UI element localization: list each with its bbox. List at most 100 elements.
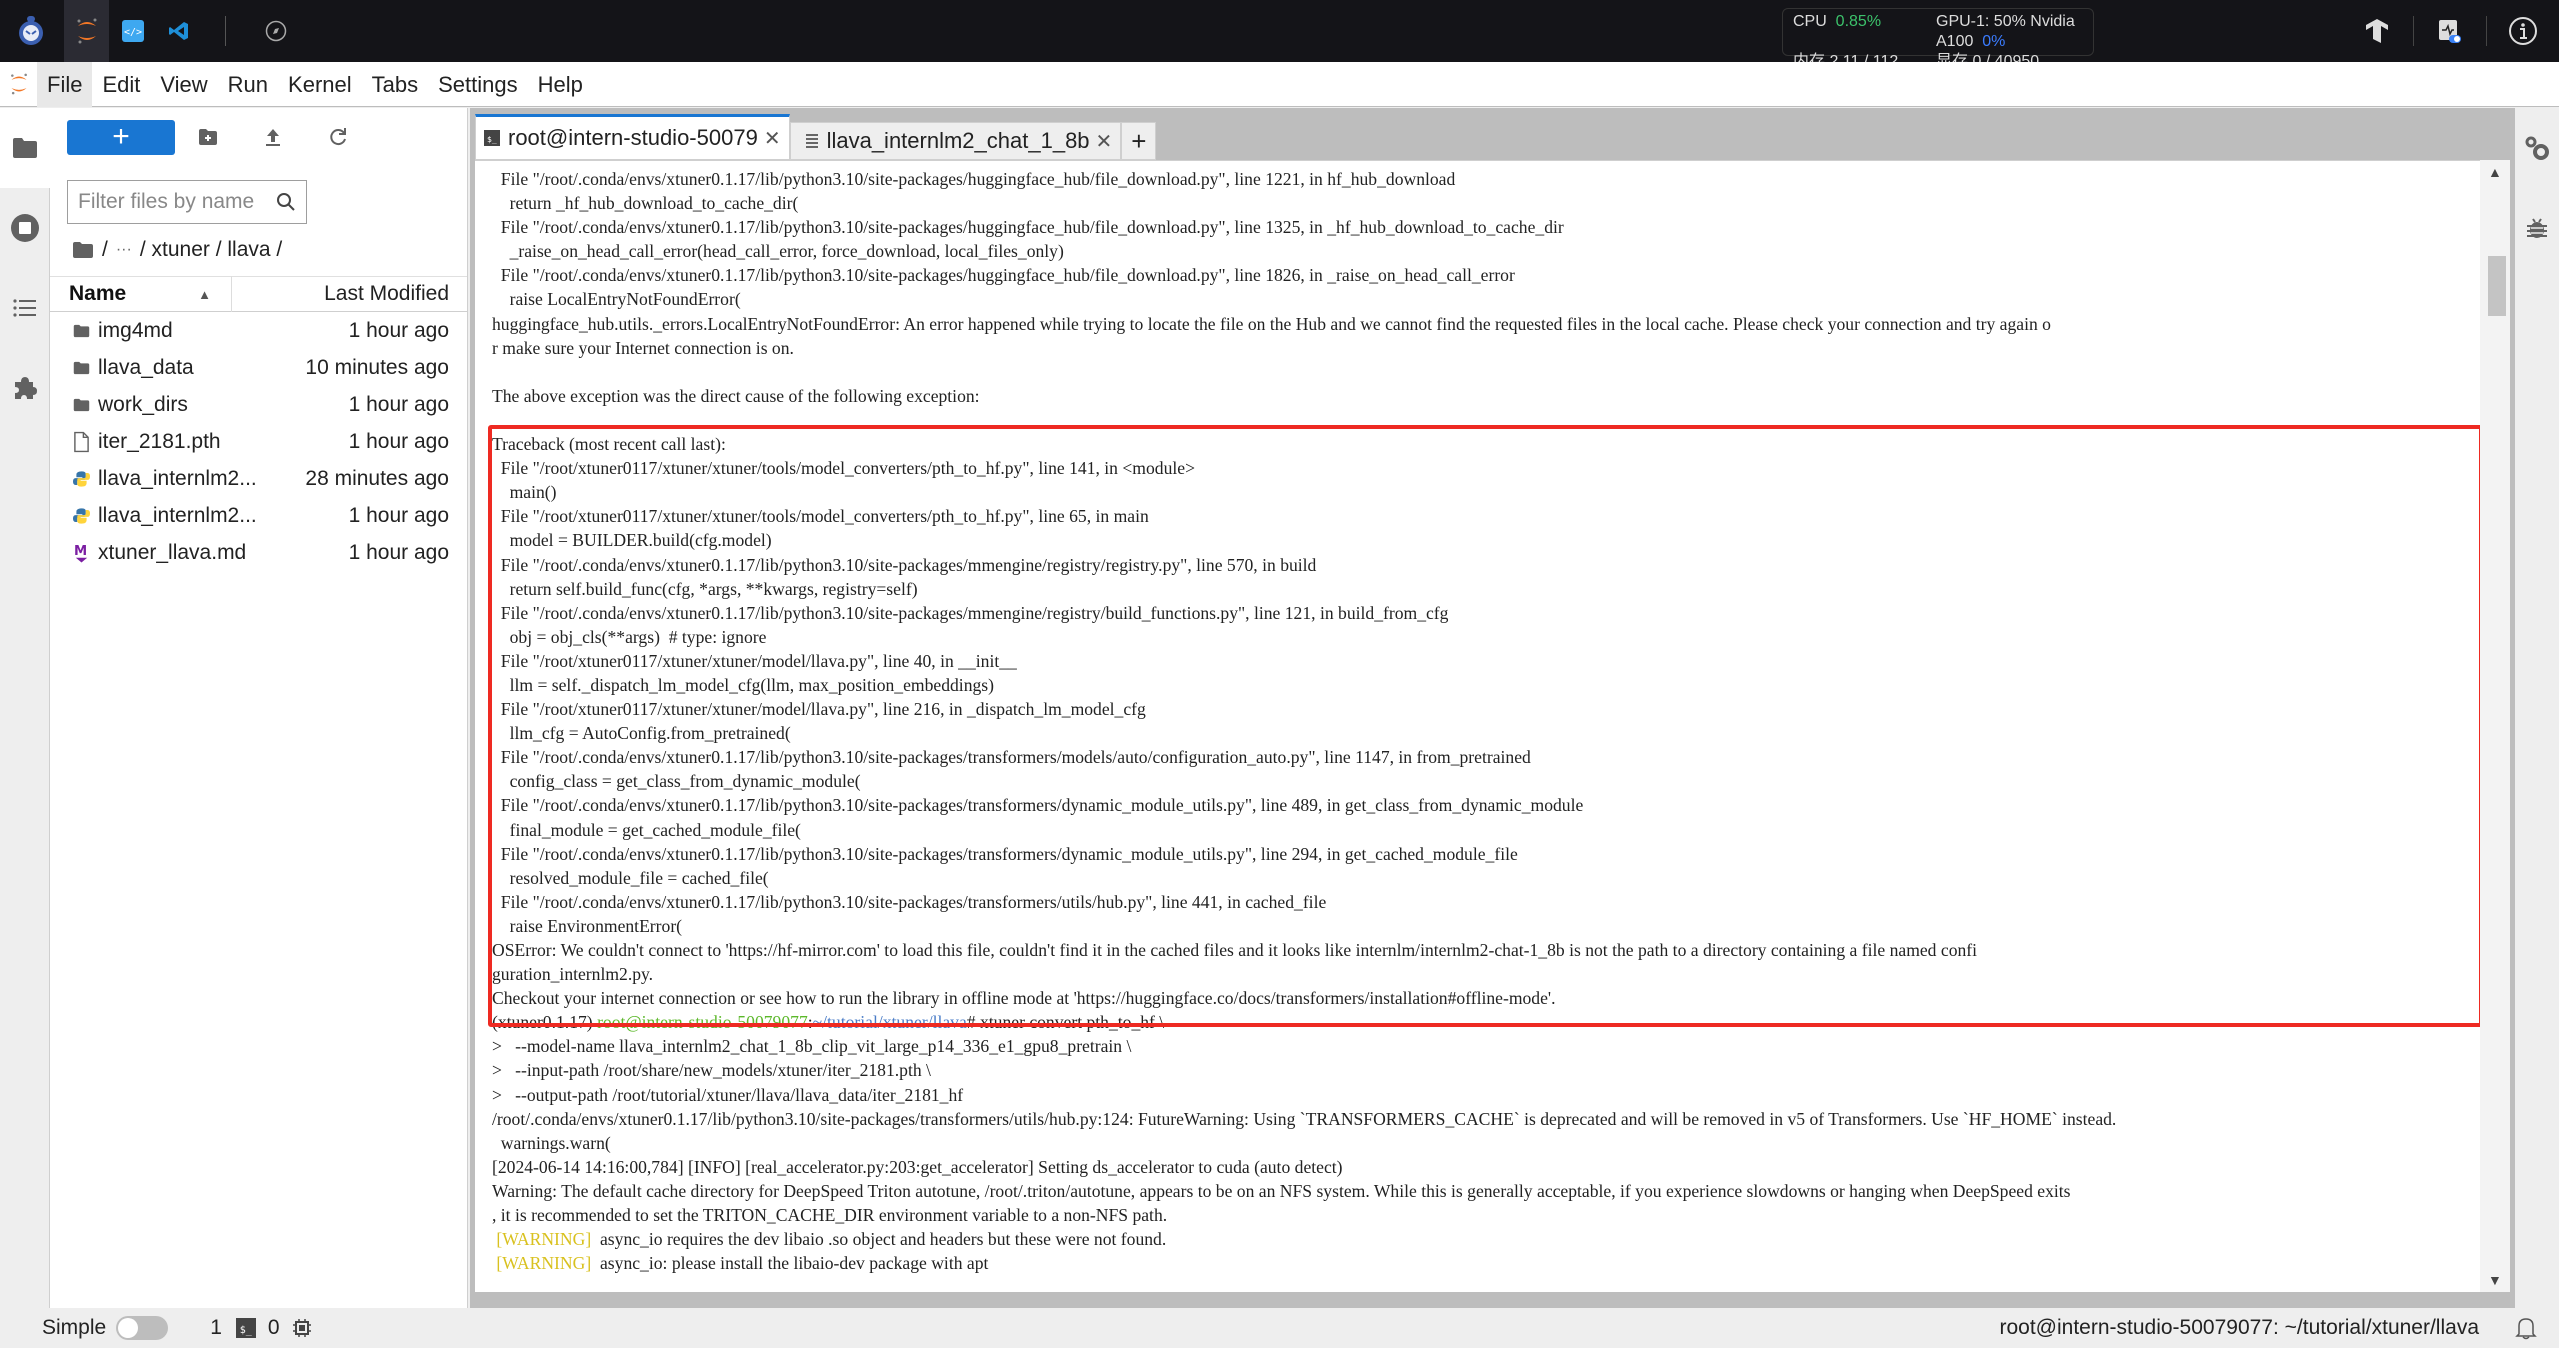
cpu-value: 0.85% [1835, 13, 1882, 30]
file-row[interactable]: llava_data 10 minutes ago [50, 349, 467, 386]
new-folder-button[interactable] [175, 120, 240, 155]
topbar-divider [225, 16, 226, 46]
file-modified: 1 hour ago [348, 429, 449, 453]
vscode-app-button[interactable] [157, 0, 201, 62]
terminal-line: _raise_on_head_call_error(head_call_erro… [492, 241, 1064, 262]
breadcrumb-root[interactable]: / [102, 238, 108, 262]
file-icon [50, 431, 90, 453]
code-app-button[interactable]: </> [111, 0, 155, 62]
file-row[interactable]: img4md 1 hour ago [50, 312, 467, 349]
menu-settings[interactable]: Settings [428, 62, 528, 107]
jupyter-app-button[interactable] [64, 0, 109, 62]
menu-view[interactable]: View [150, 62, 217, 107]
prompt-env: (xtuner0.1.17) [492, 1012, 598, 1033]
file-row[interactable]: work_dirs 1 hour ago [50, 386, 467, 423]
left-activity-bar [0, 108, 50, 1308]
simple-mode-toggle[interactable] [116, 1316, 169, 1340]
scroll-down-arrow[interactable]: ▼ [2488, 1272, 2502, 1288]
menu-edit[interactable]: Edit [92, 62, 150, 107]
terminal-output[interactable]: File "/root/.conda/envs/xtuner0.1.17/lib… [475, 160, 2485, 1292]
upload-button[interactable] [240, 120, 305, 155]
file-row[interactable]: iter_2181.pth 1 hour ago [50, 423, 467, 460]
prompt-command: # xtuner convert pth_to_hf \ [966, 1012, 1165, 1033]
terminal-line: > --model-name llava_internlm2_chat_1_8b… [492, 1036, 1132, 1057]
terminal-line: warnings.warn( [492, 1132, 611, 1153]
bell-icon[interactable] [2515, 1316, 2537, 1340]
terminal-line: File "/root/.conda/envs/xtuner0.1.17/lib… [492, 747, 1531, 768]
file-name: llava_internlm2... [98, 466, 257, 490]
new-tab-button[interactable]: + [1121, 122, 1157, 160]
markdown-icon: M [50, 542, 90, 564]
terminal-line: OSError: We couldn't connect to 'https:/… [492, 940, 1978, 960]
tensorflow-icon[interactable] [2341, 0, 2413, 62]
file-name: llava_internlm2... [98, 503, 257, 527]
terminal-line: return _hf_hub_download_to_cache_dir( [492, 193, 799, 214]
info-icon[interactable] [2487, 0, 2559, 62]
svg-text:</>: </> [124, 27, 142, 38]
modified-column-header[interactable]: Last Modified [232, 282, 467, 306]
tab-terminal[interactable]: $_ root@intern-studio-50079 ✕ [475, 114, 790, 160]
kernels-count[interactable]: 0 [268, 1316, 280, 1340]
file-row[interactable]: llava_internlm2... 1 hour ago [50, 497, 467, 534]
file-browser-panel: + / ··· / xtuner / llava / Name ▲ Last Mo… [50, 108, 468, 1308]
file-row[interactable]: llava_internlm2... 28 minutes ago [50, 460, 467, 497]
terminals-count[interactable]: 1 [210, 1316, 222, 1340]
menu-kernel[interactable]: Kernel [278, 62, 362, 107]
file-filter-input[interactable] [78, 190, 276, 214]
table-of-contents-tab[interactable] [0, 268, 50, 348]
file-name: llava_data [98, 355, 194, 379]
search-icon [277, 193, 295, 211]
status-bar: Simple 1 $_ 0 root@intern-studio-5007907… [0, 1308, 2559, 1348]
close-icon[interactable]: ✕ [1096, 129, 1113, 154]
warning-tag: [WARNING] [492, 1229, 592, 1250]
extensions-tab[interactable] [0, 348, 50, 428]
intern-studio-logo[interactable] [0, 0, 62, 62]
terminal-line: raise EnvironmentError( [492, 915, 683, 936]
terminal-line: The above exception was the direct cause… [492, 385, 980, 406]
home-folder-icon[interactable] [72, 241, 94, 259]
menu-tabs[interactable]: Tabs [362, 62, 428, 107]
terminal-path-status: root@intern-studio-50079077: ~/tutorial/… [1999, 1316, 2479, 1339]
running-sessions-tab[interactable] [0, 188, 50, 268]
compass-app-button[interactable] [254, 0, 298, 62]
text-file-icon [805, 134, 818, 148]
name-column-label: Name [69, 282, 127, 305]
scroll-up-arrow[interactable]: ▲ [2488, 164, 2502, 180]
tab-bar: $_ root@intern-studio-50079 ✕ llava_inte… [475, 114, 1157, 160]
file-row[interactable]: Mxtuner_llava.md 1 hour ago [50, 534, 467, 571]
new-launcher-button[interactable]: + [67, 119, 175, 155]
file-name: iter_2181.pth [98, 429, 221, 453]
scrollbar-thumb[interactable] [2488, 256, 2506, 316]
terminal-line: File "/root/.conda/envs/xtuner0.1.17/lib… [492, 217, 1564, 238]
file-modified: 1 hour ago [348, 503, 449, 527]
tab-label: llava_internlm2_chat_1_8b [826, 128, 1090, 153]
close-icon[interactable]: ✕ [764, 126, 781, 151]
menu-help[interactable]: Help [528, 62, 593, 107]
cpu-label: CPU [1793, 13, 1827, 30]
name-column-header[interactable]: Name ▲ [50, 276, 232, 312]
terminal-prompt-line: (xtuner0.1.17) root@intern-studio-500790… [492, 1010, 2472, 1034]
file-filter-field[interactable] [67, 180, 307, 224]
terminal-line: File "/root/.conda/envs/xtuner0.1.17/lib… [492, 169, 1456, 189]
menu-file[interactable]: File [37, 61, 93, 107]
debugger-tab[interactable] [2515, 188, 2559, 268]
monitor-icon[interactable] [2414, 0, 2486, 62]
breadcrumb-ellipsis[interactable]: ··· [116, 241, 132, 259]
terminal-line: File "/root/.conda/envs/xtuner0.1.17/lib… [492, 795, 1584, 816]
property-inspector-tab[interactable] [2515, 108, 2559, 188]
terminal-line: guration_internlm2.py. [492, 964, 654, 985]
breadcrumb-path[interactable]: / xtuner / llava / [140, 238, 282, 262]
menu-run[interactable]: Run [218, 62, 278, 107]
refresh-button[interactable] [305, 120, 370, 155]
terminal-line: model = BUILDER.build(cfg.model) [492, 530, 772, 551]
warning-tag: [WARNING] [492, 1253, 592, 1274]
top-app-bar: </> CPU 0.85% GPU-1: 50% Nvidia A100 0% … [0, 0, 2559, 90]
file-browser-tab[interactable] [0, 108, 50, 188]
folder-icon [50, 396, 90, 414]
menu-bar: File Edit View Run Kernel Tabs Settings … [0, 61, 2559, 107]
terminal-scrollbar[interactable]: ▲ ▼ [2480, 160, 2510, 1292]
tab-text-file[interactable]: llava_internlm2_chat_1_8b ✕ [789, 122, 1122, 160]
folder-icon [13, 138, 37, 158]
warning-text: async_io: please install the libaio-dev … [591, 1253, 989, 1274]
